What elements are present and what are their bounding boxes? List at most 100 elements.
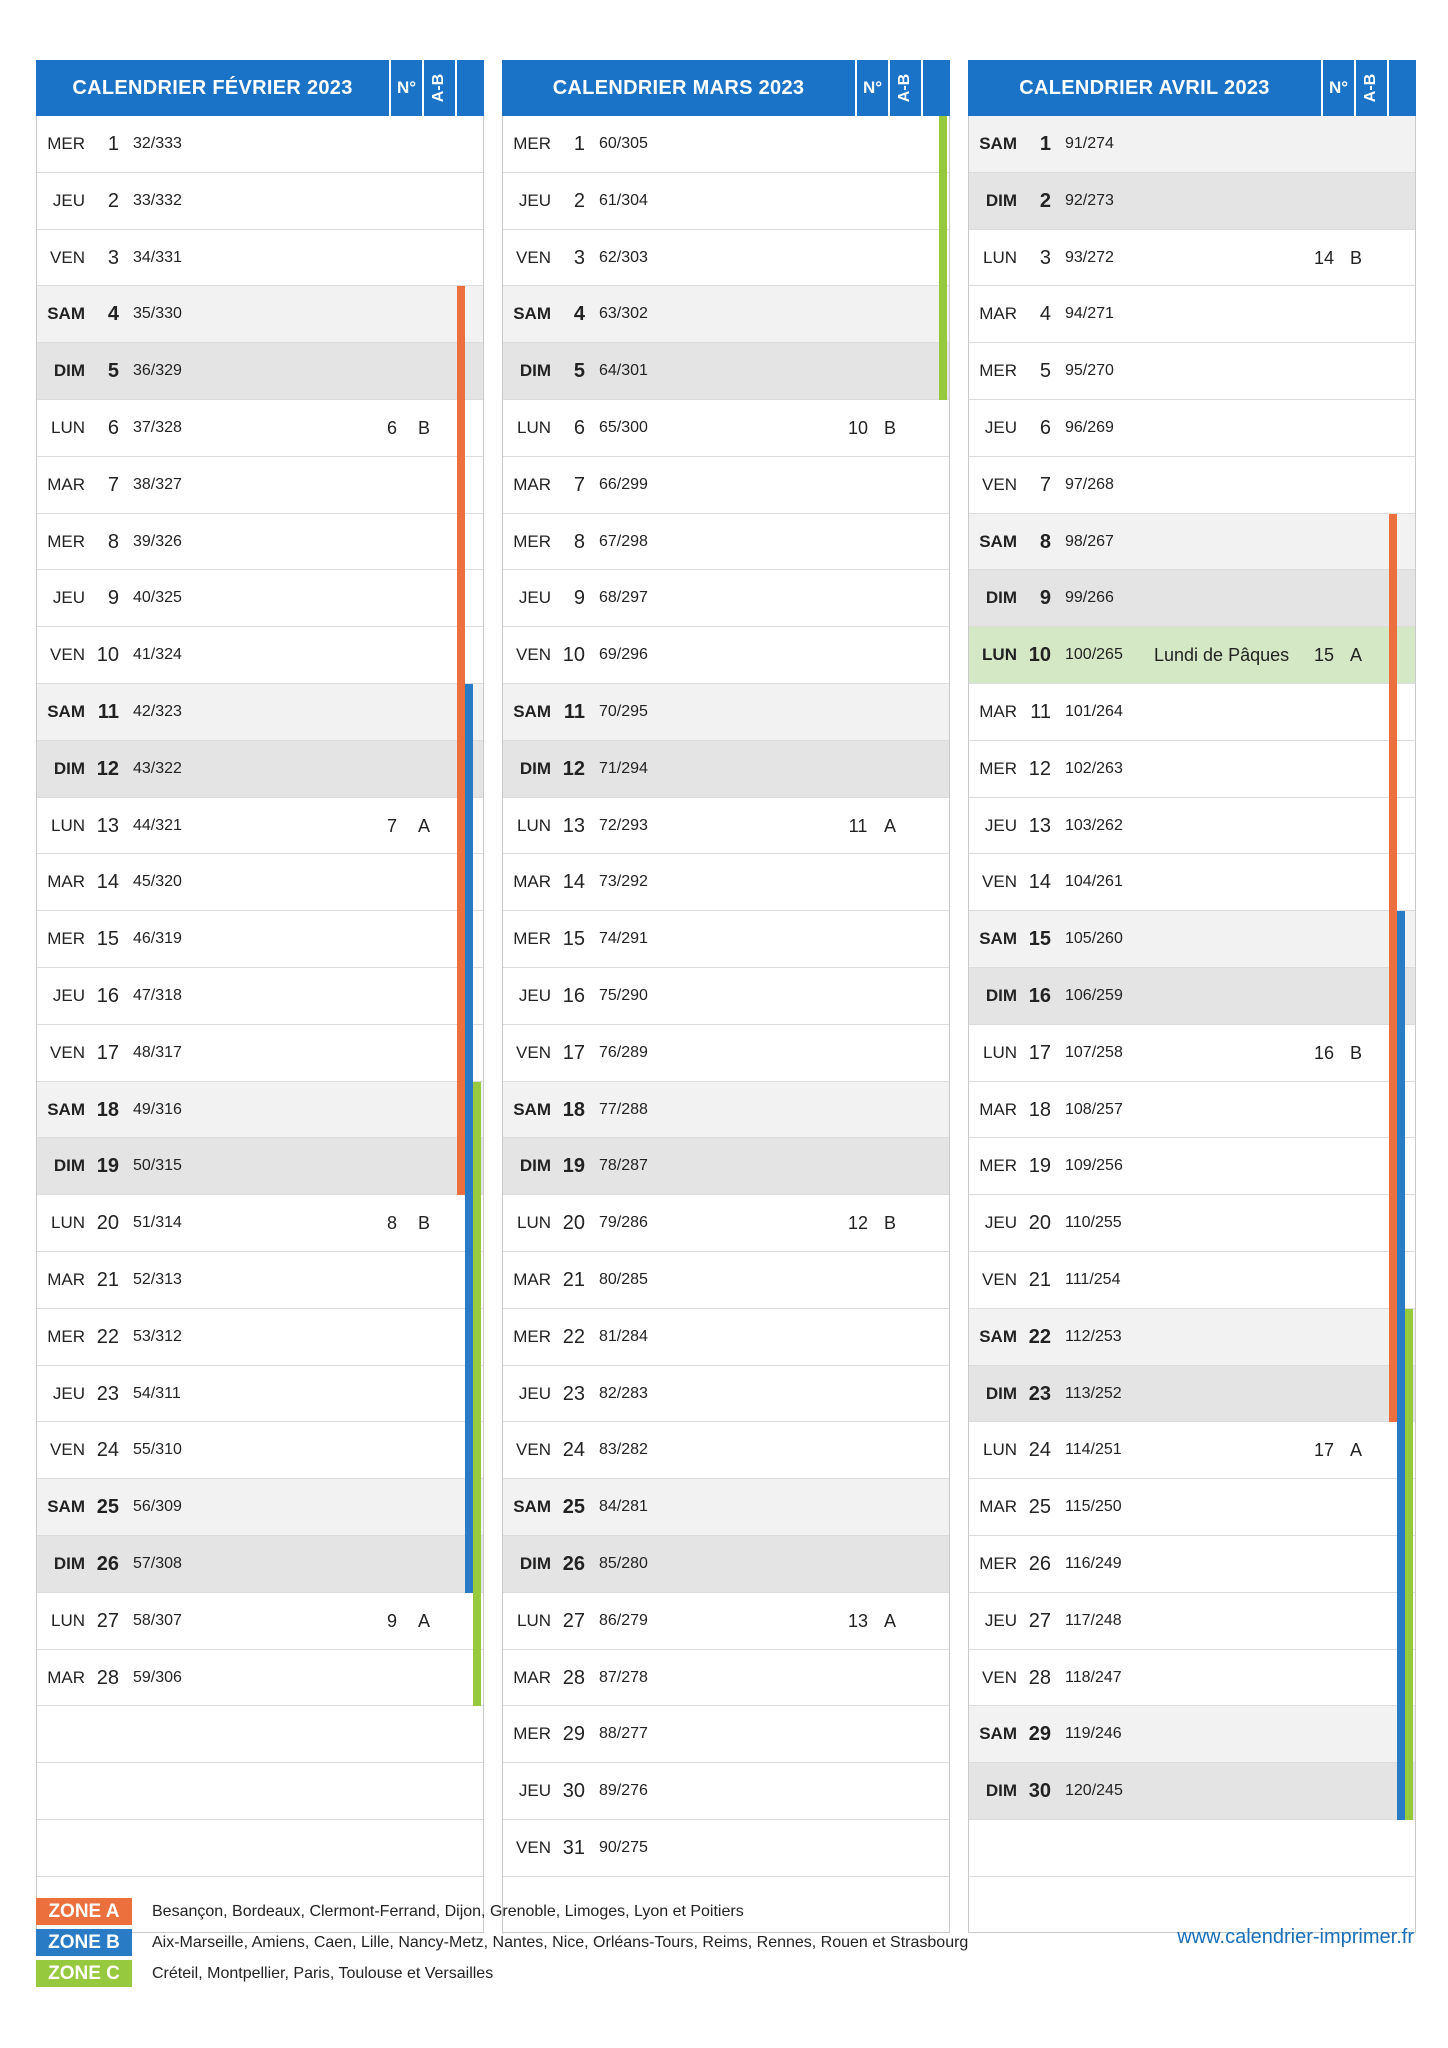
day-number: 16 (1028, 984, 1051, 1007)
day-number: 10 (562, 644, 585, 667)
day-of-year: 103/262 (1065, 816, 1123, 834)
holiday-name: Lundi de Pâques (1154, 645, 1290, 666)
ab-week-header: A-B (1354, 60, 1387, 116)
day-row: JEU 9 68/297 (503, 570, 949, 628)
day-number: 22 (562, 1325, 585, 1348)
day-number: 11 (97, 700, 119, 723)
day-of-year: 53/312 (133, 1327, 182, 1345)
day-number: 8 (573, 530, 585, 553)
week-number: 11 (848, 815, 868, 836)
day-number: 20 (562, 1212, 585, 1235)
day-row: MAR 28 59/306 (37, 1650, 483, 1707)
day-of-year: 105/260 (1065, 930, 1123, 948)
month-header: CALENDRIER AVRIL 2023 N° A-B (968, 60, 1416, 116)
day-name: DIM (519, 361, 551, 381)
day-number: 26 (1028, 1552, 1051, 1575)
day-of-year: 95/270 (1065, 362, 1114, 380)
vacation-bar-zone-c (473, 1081, 481, 1707)
day-name: VEN (516, 1042, 551, 1062)
day-of-year: 43/322 (133, 759, 182, 777)
week-ab: A (417, 815, 430, 836)
day-name: JEU (518, 985, 551, 1005)
day-of-year: 56/309 (133, 1498, 182, 1516)
day-number: 13 (562, 814, 585, 837)
day-name: MER (47, 531, 85, 551)
day-of-year: 110/255 (1065, 1214, 1122, 1232)
day-row: VEN 10 69/296 (503, 627, 949, 684)
ab-week-header-label: A-B (896, 73, 914, 103)
zone-b-badge: ZONE B (36, 1929, 132, 1956)
day-of-year: 100/265 (1065, 646, 1123, 664)
day-row: MAR 4 94/271 (969, 286, 1415, 344)
week-number: 6 (386, 417, 397, 438)
day-row: SAM 4 63/302 (503, 286, 949, 344)
day-number: 4 (107, 303, 119, 326)
day-of-year: 37/328 (133, 418, 182, 436)
day-row: SAM 18 77/288 (503, 1081, 949, 1139)
day-name: JEU (518, 190, 551, 210)
day-of-year: 41/324 (133, 646, 182, 664)
day-number: 7 (1039, 473, 1051, 496)
day-name: MER (979, 1156, 1017, 1176)
month-february: CALENDRIER FÉVRIER 2023 N° A-B MER 1 32/333 JE… (36, 60, 484, 1933)
day-row: JEU 23 54/311 (37, 1366, 483, 1423)
day-number: 29 (1028, 1723, 1051, 1746)
week-ab: B (1349, 1042, 1362, 1063)
day-name: MAR (513, 1269, 551, 1289)
day-of-year: 86/279 (599, 1611, 648, 1629)
day-number: 1 (573, 133, 585, 155)
day-name: DIM (519, 758, 551, 778)
day-row: MER 29 88/277 (503, 1706, 949, 1764)
day-row: DIM 23 113/252 (969, 1365, 1415, 1423)
day-of-year: 61/304 (599, 191, 648, 209)
day-of-year: 94/271 (1065, 305, 1114, 323)
day-row: SAM 25 56/309 (37, 1479, 483, 1536)
day-name: LUN (982, 1440, 1017, 1460)
week-number: 16 (1313, 1042, 1335, 1063)
website-link[interactable]: www.calendrier-imprimer.fr (1120, 1926, 1414, 1949)
day-row: DIM 5 36/329 (37, 343, 483, 400)
day-row: MAR 14 45/320 (37, 854, 483, 912)
day-name: JEU (518, 1781, 551, 1801)
day-number: 17 (96, 1041, 119, 1064)
vacation-bar-zone-a (1389, 513, 1397, 1423)
day-row: SAM 15 105/260 (969, 911, 1415, 968)
day-row: JEU 13 103/262 (969, 798, 1415, 855)
day-row: MER 15 46/319 (37, 911, 483, 968)
day-name: VEN (516, 1837, 551, 1857)
day-name: SAM (979, 531, 1017, 551)
day-number: 20 (1028, 1212, 1051, 1235)
day-row: DIM 12 43/322 (37, 740, 483, 798)
day-name: DIM (985, 588, 1017, 608)
day-name: JEU (518, 1383, 551, 1403)
zone-c-badge: ZONE C (36, 1960, 132, 1987)
day-name: DIM (519, 1553, 551, 1573)
day-of-year: 115/250 (1065, 1498, 1122, 1516)
month-title: CALENDRIER FÉVRIER 2023 (72, 76, 353, 99)
day-of-year: 39/326 (133, 532, 182, 550)
day-name: DIM (985, 1781, 1017, 1801)
day-name: JEU (984, 417, 1017, 437)
day-number: 8 (107, 530, 119, 553)
day-row: DIM 19 78/287 (503, 1138, 949, 1196)
zone-c-cities: Créteil, Montpellier, Paris, Toulouse et… (152, 1965, 494, 1982)
day-number: 27 (562, 1609, 585, 1632)
day-of-year: 112/253 (1065, 1327, 1122, 1345)
day-of-year: 44/321 (133, 816, 182, 834)
day-name: LUN (50, 815, 85, 835)
week-number: 15 (1313, 645, 1335, 666)
day-row: SAM 11 42/323 (37, 683, 483, 741)
day-name: MER (513, 1326, 551, 1346)
day-number: 24 (562, 1439, 585, 1462)
day-row: LUN 20 51/314 8 B (37, 1195, 483, 1252)
week-ab: A (883, 815, 896, 836)
day-name: JEU (52, 985, 85, 1005)
day-name: DIM (985, 190, 1017, 210)
day-number: 19 (96, 1155, 119, 1178)
month-title: CALENDRIER AVRIL 2023 (1019, 76, 1270, 99)
day-row: MER 19 109/256 (969, 1138, 1415, 1196)
ab-week-header-label: A-B (430, 73, 448, 103)
day-of-year: 101/264 (1065, 702, 1123, 720)
day-number: 28 (96, 1666, 119, 1689)
day-of-year: 62/303 (599, 248, 648, 266)
